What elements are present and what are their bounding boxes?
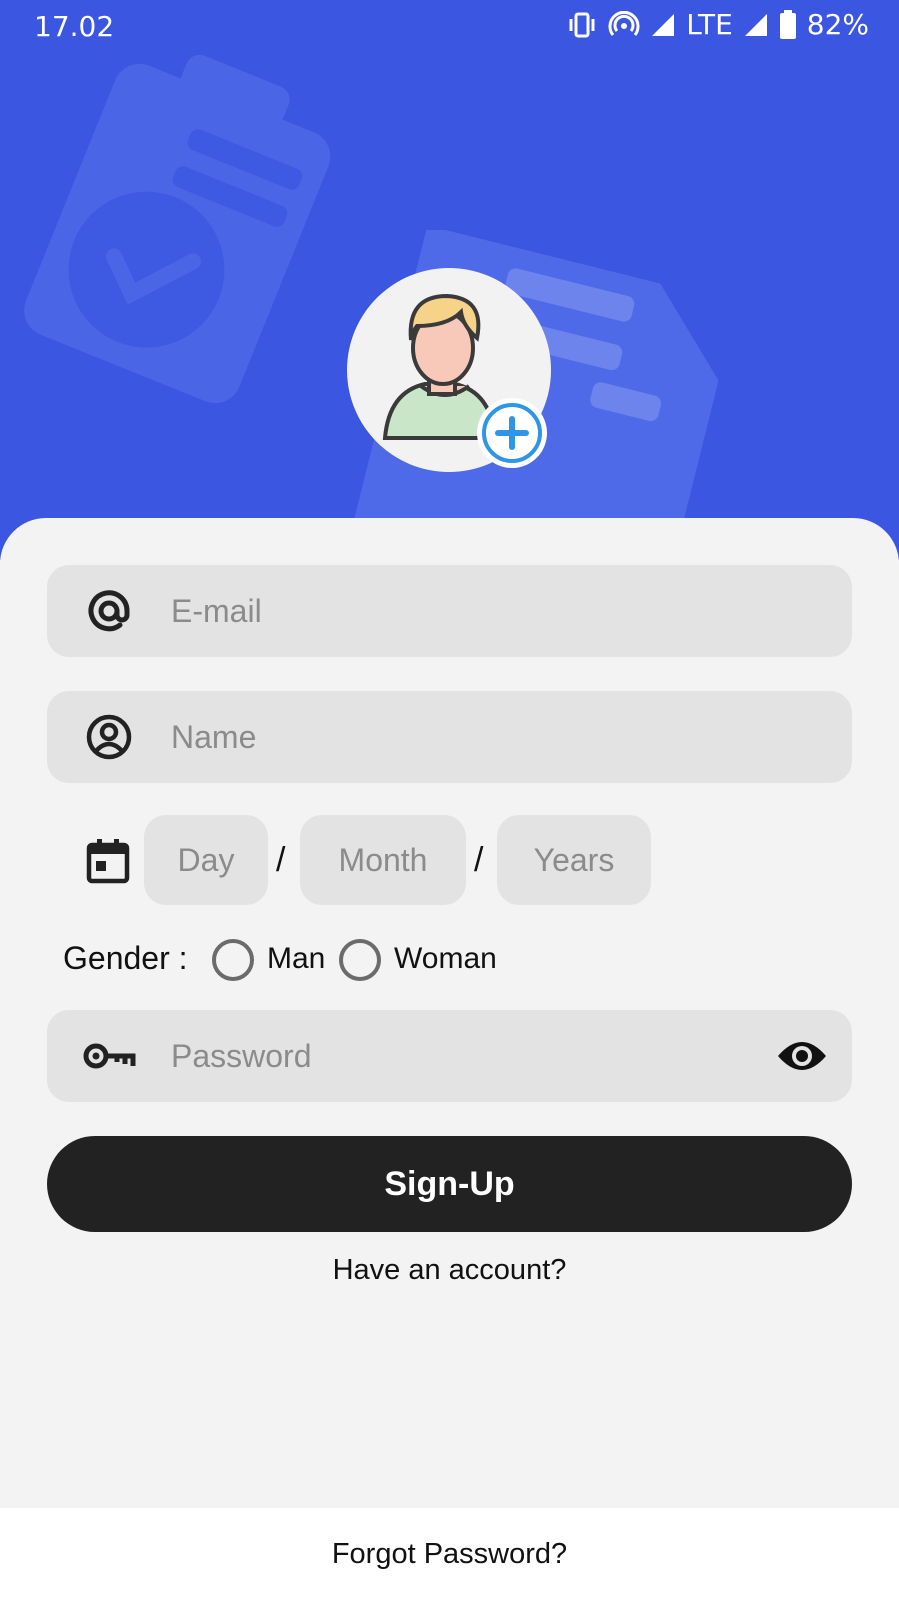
user-circle-icon	[86, 714, 132, 760]
battery-icon	[779, 9, 796, 39]
document-background-icon	[24, 54, 331, 404]
status-time: 17.02	[34, 10, 115, 43]
date-separator: /	[474, 841, 484, 879]
signal-icon	[652, 13, 675, 36]
gender-row: Gender : Man Woman	[0, 930, 899, 990]
add-photo-button[interactable]	[477, 398, 547, 468]
email-field[interactable]	[47, 565, 852, 657]
footer: Forgot Password?	[0, 1508, 899, 1599]
radio-woman[interactable]	[339, 939, 381, 981]
profile-photo-picker[interactable]	[347, 268, 551, 472]
at-sign-icon	[88, 590, 130, 632]
battery-percent: 82%	[806, 8, 869, 41]
radio-man[interactable]	[212, 939, 254, 981]
signup-button[interactable]: Sign-Up	[47, 1136, 852, 1232]
password-field[interactable]	[47, 1010, 852, 1102]
password-input[interactable]	[171, 1010, 731, 1102]
date-of-birth-row: / /	[0, 815, 899, 907]
header-banner: 17.02 LTE 82%	[0, 0, 899, 560]
forgot-password-link[interactable]: Forgot Password?	[0, 1538, 899, 1571]
year-input[interactable]	[497, 815, 651, 905]
calendar-icon	[86, 839, 130, 884]
day-input[interactable]	[144, 815, 268, 905]
add-circle-icon	[482, 403, 542, 463]
have-account-link[interactable]: Have an account?	[0, 1254, 899, 1287]
network-type: LTE	[686, 8, 733, 41]
status-bar: 17.02 LTE 82%	[0, 0, 899, 52]
name-field[interactable]	[47, 691, 852, 783]
status-icons: LTE 82%	[566, 8, 869, 41]
gender-label: Gender :	[63, 940, 188, 976]
hotspot-icon	[608, 10, 640, 36]
month-input[interactable]	[300, 815, 466, 905]
radio-label-man[interactable]: Man	[267, 942, 325, 976]
date-separator: /	[276, 841, 286, 879]
radio-label-woman[interactable]: Woman	[394, 942, 497, 976]
signal-icon	[744, 13, 767, 36]
email-input[interactable]	[171, 565, 731, 657]
name-input[interactable]	[171, 691, 731, 783]
eye-icon[interactable]	[776, 1032, 828, 1080]
key-icon	[83, 1043, 136, 1069]
vibrate-icon	[569, 12, 595, 37]
